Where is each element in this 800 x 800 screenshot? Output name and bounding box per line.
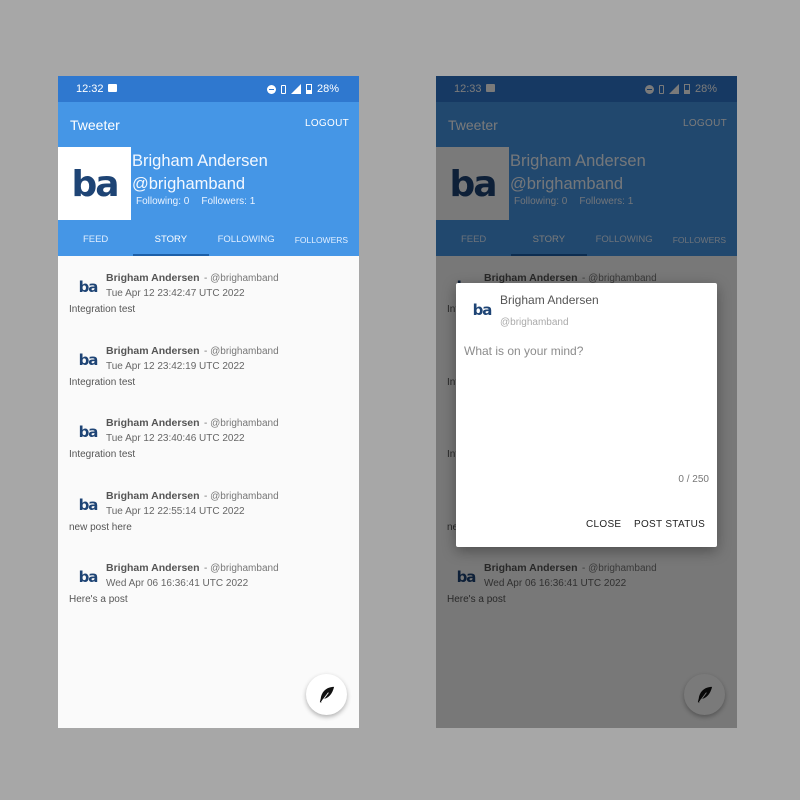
tab-story[interactable]: STORY [133, 228, 209, 256]
tab-following[interactable]: FOLLOWING [209, 228, 284, 256]
post-author-handle[interactable]: - @brighamband [204, 346, 279, 357]
story-feed: ba Brigham Andersen - @brighamband Tue A… [58, 260, 359, 623]
post-timestamp: Tue Apr 12 23:42:47 UTC 2022 [106, 288, 245, 299]
post-avatar[interactable]: ba [74, 562, 102, 590]
post-header: Brigham Andersen - @brighamband Wed Apr … [106, 558, 279, 589]
post-status-button[interactable]: POST STATUS [634, 519, 705, 530]
dialog-avatar: ba [468, 295, 496, 323]
list-item[interactable]: ba Brigham Andersen - @brighamband Tue A… [58, 478, 359, 551]
tab-followers[interactable]: FOLLOWERS [284, 228, 359, 256]
app-title: Tweeter [70, 117, 120, 133]
signal-icon [290, 84, 301, 94]
follow-counts: Following: 0 Followers: 1 [136, 196, 255, 207]
avatar-logo-text: ba [79, 496, 98, 514]
avatar-logo-text: ba [79, 423, 98, 441]
post-author-name[interactable]: Brigham Andersen [106, 417, 200, 429]
phone-screen-post-dialog: 12:33 28% Tweeter LOGOUT ba Brigham Ande… [436, 76, 737, 728]
post-author-name[interactable]: Brigham Andersen [106, 490, 200, 502]
list-item[interactable]: ba Brigham Andersen - @brighamband Wed A… [58, 550, 359, 623]
close-button[interactable]: CLOSE [586, 519, 621, 530]
avatar-logo-text: ba [79, 278, 98, 296]
post-body: Integration test [69, 449, 136, 460]
post-author-handle[interactable]: - @brighamband [204, 273, 279, 284]
post-avatar[interactable]: ba [74, 417, 102, 445]
dialog-user-name: Brigham Andersen [500, 293, 599, 307]
post-header: Brigham Andersen - @brighamband Tue Apr … [106, 486, 279, 517]
status-input[interactable] [464, 344, 708, 464]
post-author-handle[interactable]: - @brighamband [204, 563, 279, 574]
tab-feed[interactable]: FEED [58, 228, 133, 256]
logo-text: ba [71, 164, 117, 205]
post-avatar[interactable]: ba [74, 490, 102, 518]
post-timestamp: Tue Apr 12 23:40:46 UTC 2022 [106, 433, 245, 444]
battery-percent: 28% [316, 83, 339, 95]
post-body: Integration test [69, 304, 136, 315]
feather-icon [319, 686, 335, 703]
app-header: Tweeter LOGOUT ba Brigham Andersen @brig… [58, 102, 359, 256]
post-header: Brigham Andersen - @brighamband Tue Apr … [106, 268, 279, 299]
dialog-user-handle: @brighamband [500, 317, 569, 328]
character-counter: 0 / 250 [678, 474, 709, 485]
post-author-handle[interactable]: - @brighamband [204, 418, 279, 429]
status-time: 12:32 [76, 83, 104, 95]
post-body: new post here [69, 521, 132, 533]
post-body: Integration test [69, 376, 136, 388]
profile-avatar: ba [58, 147, 131, 220]
profile-name: Brigham Andersen [132, 152, 268, 170]
battery-icon [305, 84, 312, 94]
post-header: Brigham Andersen - @brighamband Tue Apr … [106, 341, 279, 372]
post-timestamp: Tue Apr 12 23:42:19 UTC 2022 [106, 360, 245, 372]
post-body: Here's a post [69, 594, 128, 605]
post-status-dialog: ba Brigham Andersen @brighamband 0 / 250… [456, 283, 717, 547]
followers-count[interactable]: Followers: 1 [201, 196, 255, 207]
post-timestamp: Wed Apr 06 16:36:41 UTC 2022 [106, 578, 249, 589]
post-timestamp: Tue Apr 12 22:55:14 UTC 2022 [106, 505, 245, 517]
list-item[interactable]: ba Brigham Andersen - @brighamband Tue A… [58, 405, 359, 478]
post-author-name[interactable]: Brigham Andersen [106, 345, 200, 357]
avatar-logo-text: ba [79, 568, 98, 586]
status-bar: 12:32 28% [58, 76, 359, 102]
post-author-name[interactable]: Brigham Andersen [106, 562, 200, 574]
post-header: Brigham Andersen - @brighamband Tue Apr … [106, 413, 279, 444]
logout-button[interactable]: LOGOUT [305, 118, 349, 129]
following-count[interactable]: Following: 0 [136, 196, 189, 207]
vibrate-icon [280, 84, 286, 94]
list-item[interactable]: ba Brigham Andersen - @brighamband Tue A… [58, 333, 359, 406]
profile-handle: @brighamband [132, 175, 246, 193]
tab-bar: FEED STORY FOLLOWING FOLLOWERS [58, 228, 359, 256]
do-not-disturb-icon [266, 84, 276, 94]
post-author-name[interactable]: Brigham Andersen [106, 272, 200, 284]
list-item[interactable]: ba Brigham Andersen - @brighamband Tue A… [58, 260, 359, 333]
image-notification-icon [108, 84, 117, 92]
status-icons: 28% [266, 83, 339, 95]
dialog-logo-text: ba [473, 301, 492, 319]
post-avatar[interactable]: ba [74, 345, 102, 373]
post-author-handle[interactable]: - @brighamband [204, 491, 279, 502]
post-avatar[interactable]: ba [74, 272, 102, 300]
phone-screen-story: 12:32 28% Tweeter LOGOUT ba Brigham Ande… [58, 76, 359, 728]
compose-button[interactable] [306, 674, 347, 715]
avatar-logo-text: ba [79, 351, 98, 369]
